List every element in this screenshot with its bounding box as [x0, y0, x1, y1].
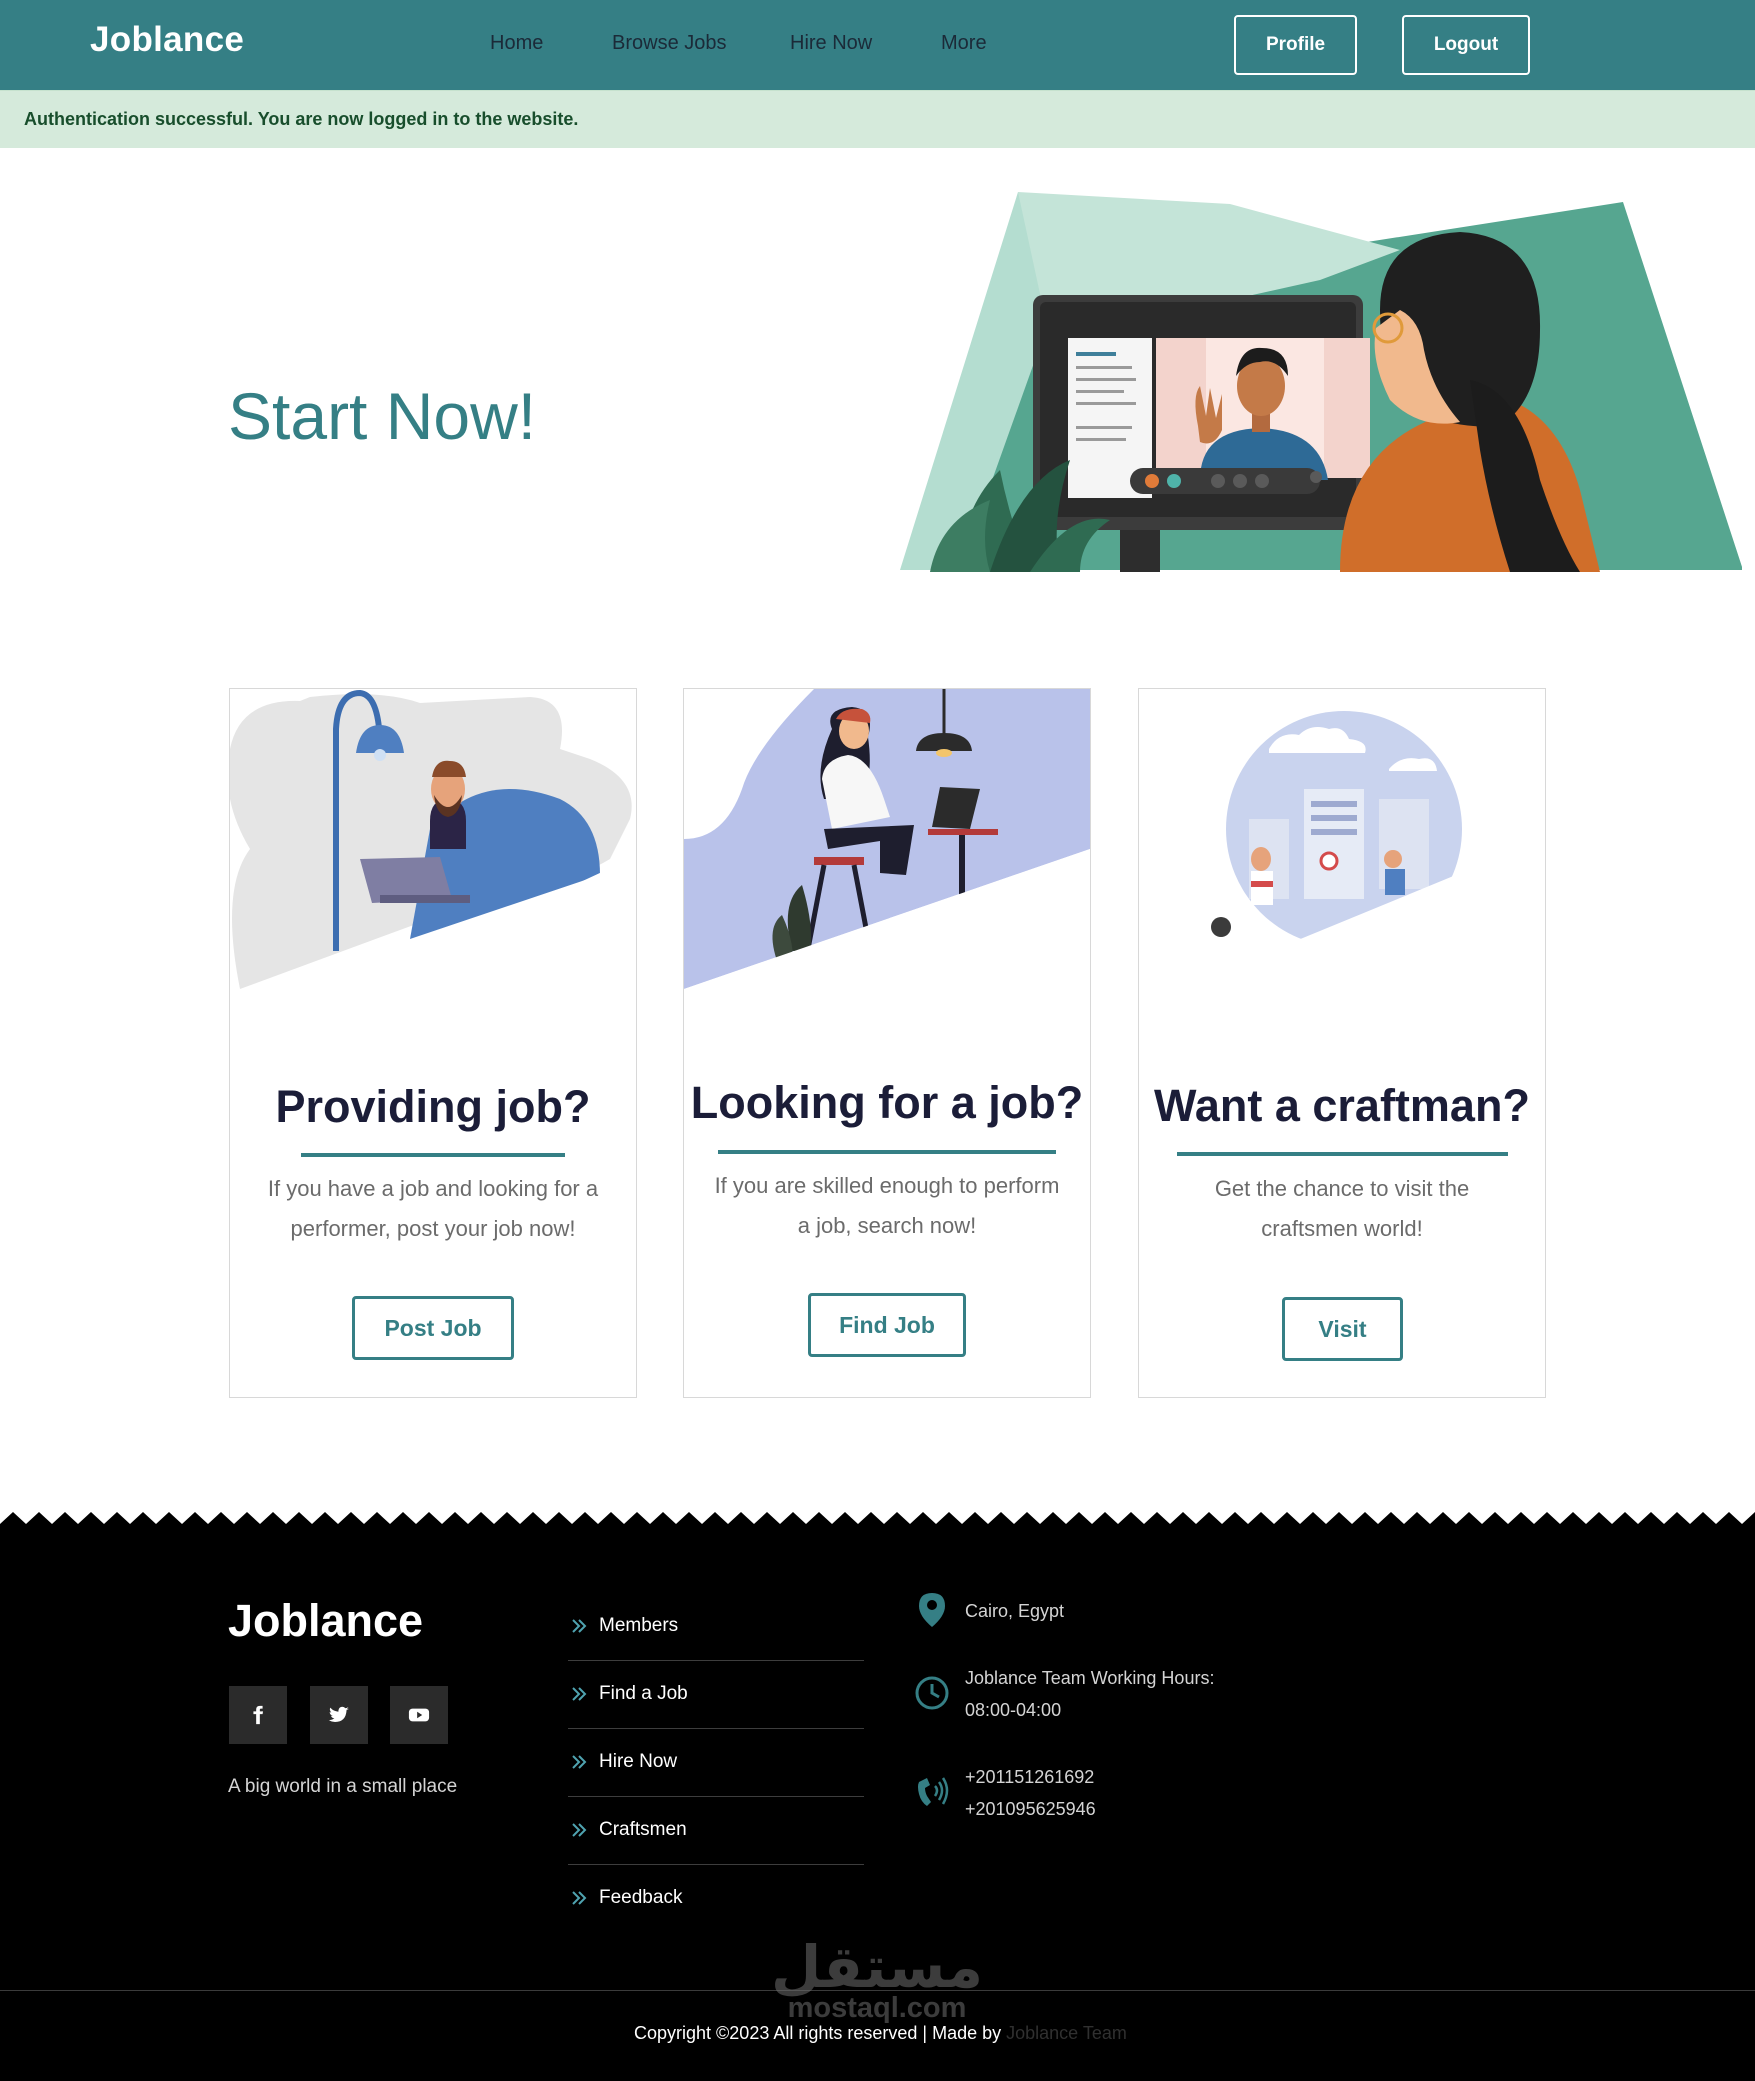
made-by-link[interactable]: Joblance Team	[1006, 2023, 1127, 2043]
freelancer-laptop-illustration	[230, 689, 632, 1009]
footer-hours-value: 08:00-04:00	[965, 1700, 1062, 1720]
card-providing-job: Providing job? If you have a job and loo…	[229, 688, 637, 1398]
double-chevron-right-icon	[572, 1755, 587, 1769]
double-chevron-right-icon	[572, 1687, 587, 1701]
twitter-icon[interactable]	[310, 1686, 368, 1744]
footer-phone-2[interactable]: +201095625946	[965, 1793, 1096, 1825]
mostaql-watermark: مستقل mostaql.com	[770, 1935, 984, 2023]
footer-zigzag-edge	[0, 1512, 1755, 1534]
find-job-button[interactable]: Find Job	[808, 1293, 966, 1357]
footer-link-find-a-job[interactable]: Find a Job	[568, 1661, 864, 1729]
card-want-craftman: Want a craftman? Get the chance to visit…	[1138, 688, 1546, 1398]
footer-link-feedback[interactable]: Feedback	[568, 1865, 864, 1933]
facebook-icon[interactable]	[229, 1686, 287, 1744]
footer-link-craftsmen[interactable]: Craftsmen	[568, 1797, 864, 1865]
nav-home[interactable]: Home	[490, 32, 543, 55]
logout-button[interactable]: Logout	[1402, 15, 1530, 75]
footer-brand: Joblance	[228, 1595, 424, 1646]
workshop-robots-illustration	[1139, 711, 1519, 1009]
nav-hire-now[interactable]: Hire Now	[790, 32, 872, 55]
success-alert: Authentication successful. You are now l…	[0, 90, 1755, 148]
footer-link-label: Feedback	[599, 1887, 683, 1908]
youtube-icon[interactable]	[390, 1686, 448, 1744]
card-title: Providing job?	[275, 1081, 591, 1132]
phone-ringing-icon	[918, 1777, 949, 1806]
footer-link-label: Craftsmen	[599, 1819, 687, 1840]
woman-laptop-cafe-illustration	[684, 689, 1090, 1009]
footer-hours: Joblance Team Working Hours: 08:00-04:00	[965, 1662, 1214, 1726]
copyright-text: Copyright ©2023 All rights reserved | Ma…	[634, 2023, 1127, 2044]
card-divider	[301, 1153, 565, 1157]
footer-phone-1[interactable]: +201151261692	[965, 1761, 1096, 1793]
footer-link-label: Members	[599, 1615, 679, 1636]
footer-tagline: A big world in a small place	[228, 1776, 458, 1797]
nav-browse-jobs[interactable]: Browse Jobs	[612, 32, 727, 55]
hero-title: Start Now!	[228, 379, 537, 453]
card-description: Get the chance to visit the craftsmen wo…	[1214, 1176, 1470, 1241]
watermark-latin: mostaql.com	[787, 1992, 967, 2024]
footer-link-members[interactable]: Members	[568, 1593, 864, 1661]
brand-logo[interactable]: Joblance	[90, 20, 244, 60]
profile-button[interactable]: Profile	[1234, 15, 1357, 75]
card-title: Looking for a job?	[690, 1077, 1084, 1128]
footer-link-hire-now[interactable]: Hire Now	[568, 1729, 864, 1797]
card-description: If you are skilled enough to perform a j…	[714, 1173, 1060, 1238]
double-chevron-right-icon	[572, 1619, 587, 1633]
top-navbar: Joblance Home Browse Jobs Hire Now More …	[0, 0, 1755, 90]
watermark-arabic: مستقل	[770, 1933, 984, 2001]
footer-link-label: Hire Now	[599, 1751, 678, 1772]
double-chevron-right-icon	[572, 1823, 587, 1837]
card-title: Want a craftman?	[1154, 1080, 1530, 1131]
post-job-button[interactable]: Post Job	[352, 1296, 514, 1360]
footer-hours-label: Joblance Team Working Hours:	[965, 1668, 1215, 1688]
footer-location: Cairo, Egypt	[965, 1601, 1065, 1621]
nav-more[interactable]: More	[941, 32, 987, 55]
card-divider	[1177, 1152, 1508, 1156]
card-looking-for-job: Looking for a job? If you are skilled en…	[683, 688, 1091, 1398]
location-pin-icon	[919, 1593, 945, 1627]
footer-link-label: Find a Job	[599, 1683, 688, 1704]
video-call-illustration	[900, 192, 1742, 572]
double-chevron-right-icon	[572, 1891, 587, 1905]
alert-message: Authentication successful. You are now l…	[24, 109, 579, 129]
footer-phones: +201151261692 +201095625946	[965, 1761, 1096, 1825]
clock-icon	[915, 1676, 949, 1710]
card-divider	[718, 1150, 1056, 1154]
visit-button[interactable]: Visit	[1282, 1297, 1403, 1361]
copyright-label: Copyright ©2023 All rights reserved | Ma…	[634, 2023, 1002, 2043]
card-description: If you have a job and looking for a perf…	[267, 1176, 599, 1241]
